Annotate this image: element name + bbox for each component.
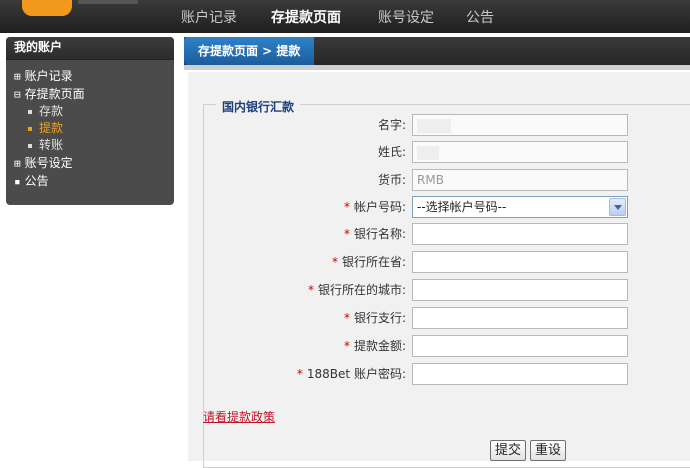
password-input[interactable]	[412, 363, 628, 385]
top-nav-bar: 账户记录 存提款页面 账号设定 公告	[0, 0, 690, 33]
amount-label: * 提款金额:	[344, 334, 406, 358]
sidebar-item-account-records[interactable]: ⊞ 账户记录	[6, 67, 174, 85]
first-name-row: 名字:	[188, 113, 690, 137]
nav-account-settings[interactable]: 账号设定	[378, 7, 434, 27]
required-marker: *	[343, 200, 350, 214]
label-text: 提款金额:	[353, 339, 406, 353]
required-marker: *	[331, 255, 338, 269]
account-number-select[interactable]: --选择帐户号码--	[412, 196, 628, 218]
sidebar-item-account-settings[interactable]: ⊞ 账号设定	[6, 154, 174, 172]
amount-input[interactable]	[412, 335, 628, 357]
bullet-icon: ▪	[14, 175, 21, 188]
bank-name-input[interactable]	[412, 223, 628, 245]
submit-button[interactable]: 提交	[490, 440, 527, 461]
password-row: * 188Bet 账户密码:	[188, 362, 690, 386]
bank-province-input[interactable]	[412, 251, 628, 273]
bank-branch-label: * 银行支行:	[344, 306, 406, 330]
nav-deposit-withdraw[interactable]: 存提款页面	[271, 7, 341, 27]
withdraw-policy-link[interactable]: 请看提款政策	[203, 408, 275, 425]
first-name-field	[412, 114, 628, 136]
reset-button[interactable]: 重设	[530, 440, 567, 461]
bullet-icon	[28, 109, 32, 114]
sidebar-subitem-withdraw[interactable]: 提款	[6, 120, 174, 137]
sidebar-item-label: 公告	[24, 174, 49, 188]
sidebar-subitem-label: 存款	[39, 104, 64, 118]
sidebar-item-label: 账户记录	[24, 69, 73, 83]
sidebar-subitem-deposit[interactable]: 存款	[6, 103, 174, 120]
bank-city-input[interactable]	[412, 279, 628, 301]
sidebar-title: 我的账户	[6, 37, 174, 60]
breadcrumb: 存提款页面 > 提款	[184, 37, 315, 65]
sidebar-item-announcements[interactable]: ▪ 公告	[6, 172, 174, 190]
label-text: 银行支行:	[353, 311, 406, 325]
account-number-row: * 帐户号码: --选择帐户号码--	[188, 195, 690, 219]
withdraw-form-panel: 国内银行汇款 名字: 姓氏: 货币: RMB * 帐户号码: --选择帐户号码--…	[188, 72, 690, 468]
bank-city-row: * 银行所在的城市:	[188, 278, 690, 302]
collapse-icon[interactable]: ⊟	[14, 88, 21, 101]
masked-value	[417, 145, 439, 160]
required-marker: *	[343, 311, 350, 325]
chevron-down-icon[interactable]	[609, 198, 626, 216]
masked-value	[417, 118, 451, 133]
sidebar-subitem-transfer[interactable]: 转账	[6, 137, 174, 154]
breadcrumb-bar: 存提款页面 > 提款	[184, 37, 690, 65]
sidebar-item-deposit-withdraw[interactable]: ⊟ 存提款页面	[6, 85, 174, 103]
bank-name-row: * 银行名称:	[188, 222, 690, 246]
password-label: * 188Bet 账户密码:	[297, 362, 406, 386]
bank-city-label: * 银行所在的城市:	[308, 278, 406, 302]
account-number-label: * 帐户号码:	[344, 195, 406, 219]
required-marker: *	[296, 367, 303, 381]
bank-branch-input[interactable]	[412, 307, 628, 329]
expand-icon[interactable]: ⊞	[14, 157, 21, 170]
required-marker: *	[343, 227, 350, 241]
divider	[184, 65, 690, 70]
last-name-field	[412, 141, 628, 163]
nav-account-records[interactable]: 账户记录	[181, 7, 237, 27]
sidebar-menu: ⊞ 账户记录 ⊟ 存提款页面 存款 提款 转账 ⊞ 账号设定 ▪ 公告	[6, 60, 174, 190]
select-value: --选择帐户号码--	[417, 200, 507, 214]
sidebar-item-label: 账号设定	[24, 156, 73, 170]
sidebar: 我的账户 ⊞ 账户记录 ⊟ 存提款页面 存款 提款 转账 ⊞ 账号设定 ▪ 公告	[6, 37, 174, 205]
first-name-label: 名字:	[377, 118, 406, 132]
amount-row: * 提款金额:	[188, 334, 690, 358]
label-text: 188Bet 账户密码:	[306, 367, 406, 381]
currency-row: 货币: RMB	[188, 168, 690, 192]
last-name-label: 姓氏:	[377, 145, 406, 159]
expand-icon[interactable]: ⊞	[14, 70, 21, 83]
sidebar-subitem-label: 提款	[39, 121, 64, 135]
bullet-icon	[28, 143, 32, 148]
label-text: 帐户号码:	[353, 200, 406, 214]
label-text: 银行所在的城市:	[317, 283, 406, 297]
required-marker: *	[343, 339, 350, 353]
bank-branch-row: * 银行支行:	[188, 306, 690, 330]
logo-decoration	[78, 0, 138, 4]
label-text: 银行所在省:	[341, 255, 406, 269]
bank-name-label: * 银行名称:	[344, 222, 406, 246]
nav-announcements[interactable]: 公告	[466, 7, 494, 27]
currency-label: 货币:	[377, 173, 406, 187]
required-marker: *	[307, 283, 314, 297]
sidebar-item-label: 存提款页面	[24, 87, 85, 101]
bank-province-label: * 银行所在省:	[332, 250, 406, 274]
sidebar-subitem-label: 转账	[39, 138, 64, 152]
last-name-row: 姓氏:	[188, 140, 690, 164]
bank-province-row: * 银行所在省:	[188, 250, 690, 274]
label-text: 银行名称:	[353, 227, 406, 241]
bullet-icon	[28, 126, 32, 131]
currency-field: RMB	[412, 169, 628, 191]
brand-logo[interactable]	[22, 0, 72, 16]
